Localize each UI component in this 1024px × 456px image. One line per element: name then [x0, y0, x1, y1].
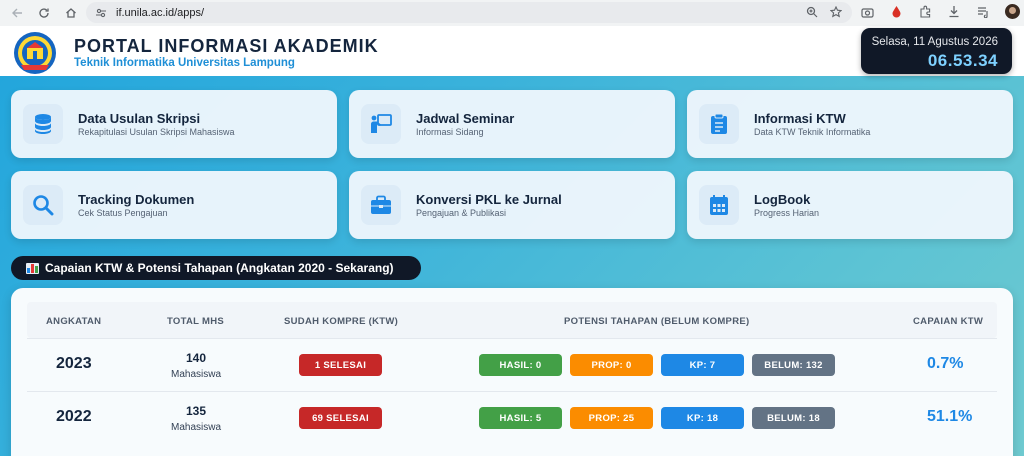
site-info-icon[interactable]: [94, 6, 108, 20]
card-jadwal-seminar[interactable]: Jadwal Seminar Informasi Sidang: [349, 90, 675, 158]
calendar-icon: [699, 185, 739, 225]
card-subtitle: Informasi Sidang: [416, 127, 484, 137]
clock-widget: Selasa, 11 Agustus 2026 06.53.34: [861, 28, 1012, 74]
header-total: TOTAL MHS: [167, 316, 225, 327]
header-potensi: POTENSI TAHAPAN (BELUM KOMPRE): [564, 316, 750, 327]
red-drop-extension-icon[interactable]: [889, 5, 903, 19]
table-header-row: ANGKATAN TOTAL MHS SUDAH KOMPRE (KTW) PO…: [27, 302, 997, 338]
header-capaian: CAPAIAN KTW: [913, 316, 984, 327]
card-subtitle: Rekapitulasi Usulan Skripsi Mahasiswa: [78, 127, 235, 137]
hasil-badge: HASIL: 5: [479, 407, 562, 429]
clock-time: 06.53.34: [927, 51, 998, 70]
browser-toolbar: if.unila.ac.id/apps/: [0, 0, 1024, 26]
table-row: 2023 140 Mahasiswa 1 SELESAI HASIL: 0 PR…: [27, 338, 997, 391]
url-text: if.unila.ac.id/apps/: [116, 6, 205, 19]
belum-badge: BELUM: 132: [752, 354, 835, 376]
hasil-badge: HASIL: 0: [479, 354, 562, 376]
card-subtitle: Data KTW Teknik Informatika: [754, 127, 871, 137]
card-logbook[interactable]: LogBook Progress Harian: [687, 171, 1013, 239]
card-konversi-pkl[interactable]: Konversi PKL ke Jurnal Pengajuan & Publi…: [349, 171, 675, 239]
address-bar[interactable]: if.unila.ac.id/apps/: [86, 2, 852, 23]
card-title: Jadwal Seminar: [416, 111, 515, 126]
cell-total: 140 Mahasiswa: [170, 351, 222, 380]
section-title: Capaian KTW & Potensi Tahapan (Angkatan …: [45, 261, 394, 275]
cell-capaian: 0.7%: [927, 355, 964, 372]
header-angkatan: ANGKATAN: [46, 316, 102, 327]
header-kompre: SUDAH KOMPRE (KTW): [284, 316, 399, 327]
cell-capaian: 51.1%: [927, 408, 973, 425]
briefcase-icon: [361, 185, 401, 225]
card-title: LogBook: [754, 192, 811, 207]
kp-badge: KP: 7: [661, 354, 744, 376]
page-title: PORTAL INFORMASI AKADEMIK: [74, 36, 379, 56]
cell-year: 2023: [56, 355, 92, 372]
main-content: Data Usulan Skripsi Rekapitulasi Usulan …: [0, 76, 1024, 456]
kp-badge: KP: 18: [661, 407, 744, 429]
card-data-usulan-skripsi[interactable]: Data Usulan Skripsi Rekapitulasi Usulan …: [11, 90, 337, 158]
cell-total: 135 Mahasiswa: [170, 404, 222, 433]
card-title: Konversi PKL ke Jurnal: [416, 192, 562, 207]
total-count: 135: [185, 404, 207, 418]
camera-extension-icon[interactable]: [860, 5, 874, 19]
back-icon[interactable]: [8, 4, 26, 22]
database-icon: [23, 104, 63, 144]
profile-avatar[interactable]: [1005, 4, 1020, 19]
media-queue-icon[interactable]: [976, 5, 990, 19]
total-unit: Mahasiswa: [170, 422, 222, 433]
card-subtitle: Cek Status Pengajuan: [78, 208, 168, 218]
download-icon[interactable]: [947, 5, 961, 19]
puzzle-extensions-icon[interactable]: [918, 5, 932, 19]
kompre-badge: 69 SELESAI: [299, 407, 382, 429]
clock-date: Selasa, 11 Agustus 2026: [871, 36, 998, 48]
bookmark-star-icon[interactable]: [829, 5, 843, 23]
total-count: 140: [185, 351, 207, 365]
stats-table-card: ANGKATAN TOTAL MHS SUDAH KOMPRE (KTW) PO…: [11, 288, 1013, 456]
bar-chart-icon: [26, 262, 39, 274]
search-icon: [23, 185, 63, 225]
clipboard-icon: [699, 104, 739, 144]
card-subtitle: Pengajuan & Publikasi: [416, 208, 507, 218]
card-informasi-ktw[interactable]: Informasi KTW Data KTW Teknik Informatik…: [687, 90, 1013, 158]
home-icon[interactable]: [62, 4, 80, 22]
card-subtitle: Progress Harian: [754, 208, 820, 218]
university-logo: [14, 32, 56, 74]
stats-table: ANGKATAN TOTAL MHS SUDAH KOMPRE (KTW) PO…: [27, 302, 997, 444]
total-unit: Mahasiswa: [170, 369, 222, 380]
card-title: Data Usulan Skripsi: [78, 111, 201, 126]
prop-badge: PROP: 0: [570, 354, 653, 376]
zoom-icon[interactable]: [806, 5, 818, 23]
table-row: 2022 135 Mahasiswa 69 SELESAI HASIL: 5 P…: [27, 391, 997, 444]
kompre-badge: 1 SELESAI: [299, 354, 382, 376]
reload-icon[interactable]: [35, 4, 53, 22]
card-title: Informasi KTW: [754, 111, 846, 126]
card-title: Tracking Dokumen: [78, 192, 195, 207]
page-subtitle: Teknik Informatika Universitas Lampung: [74, 57, 295, 69]
presenter-icon: [361, 104, 401, 144]
belum-badge: BELUM: 18: [752, 407, 835, 429]
prop-badge: PROP: 25: [570, 407, 653, 429]
cell-year: 2022: [56, 408, 92, 425]
section-heading: Capaian KTW & Potensi Tahapan (Angkatan …: [11, 256, 421, 280]
card-tracking-dokumen[interactable]: Tracking Dokumen Cek Status Pengajuan: [11, 171, 337, 239]
